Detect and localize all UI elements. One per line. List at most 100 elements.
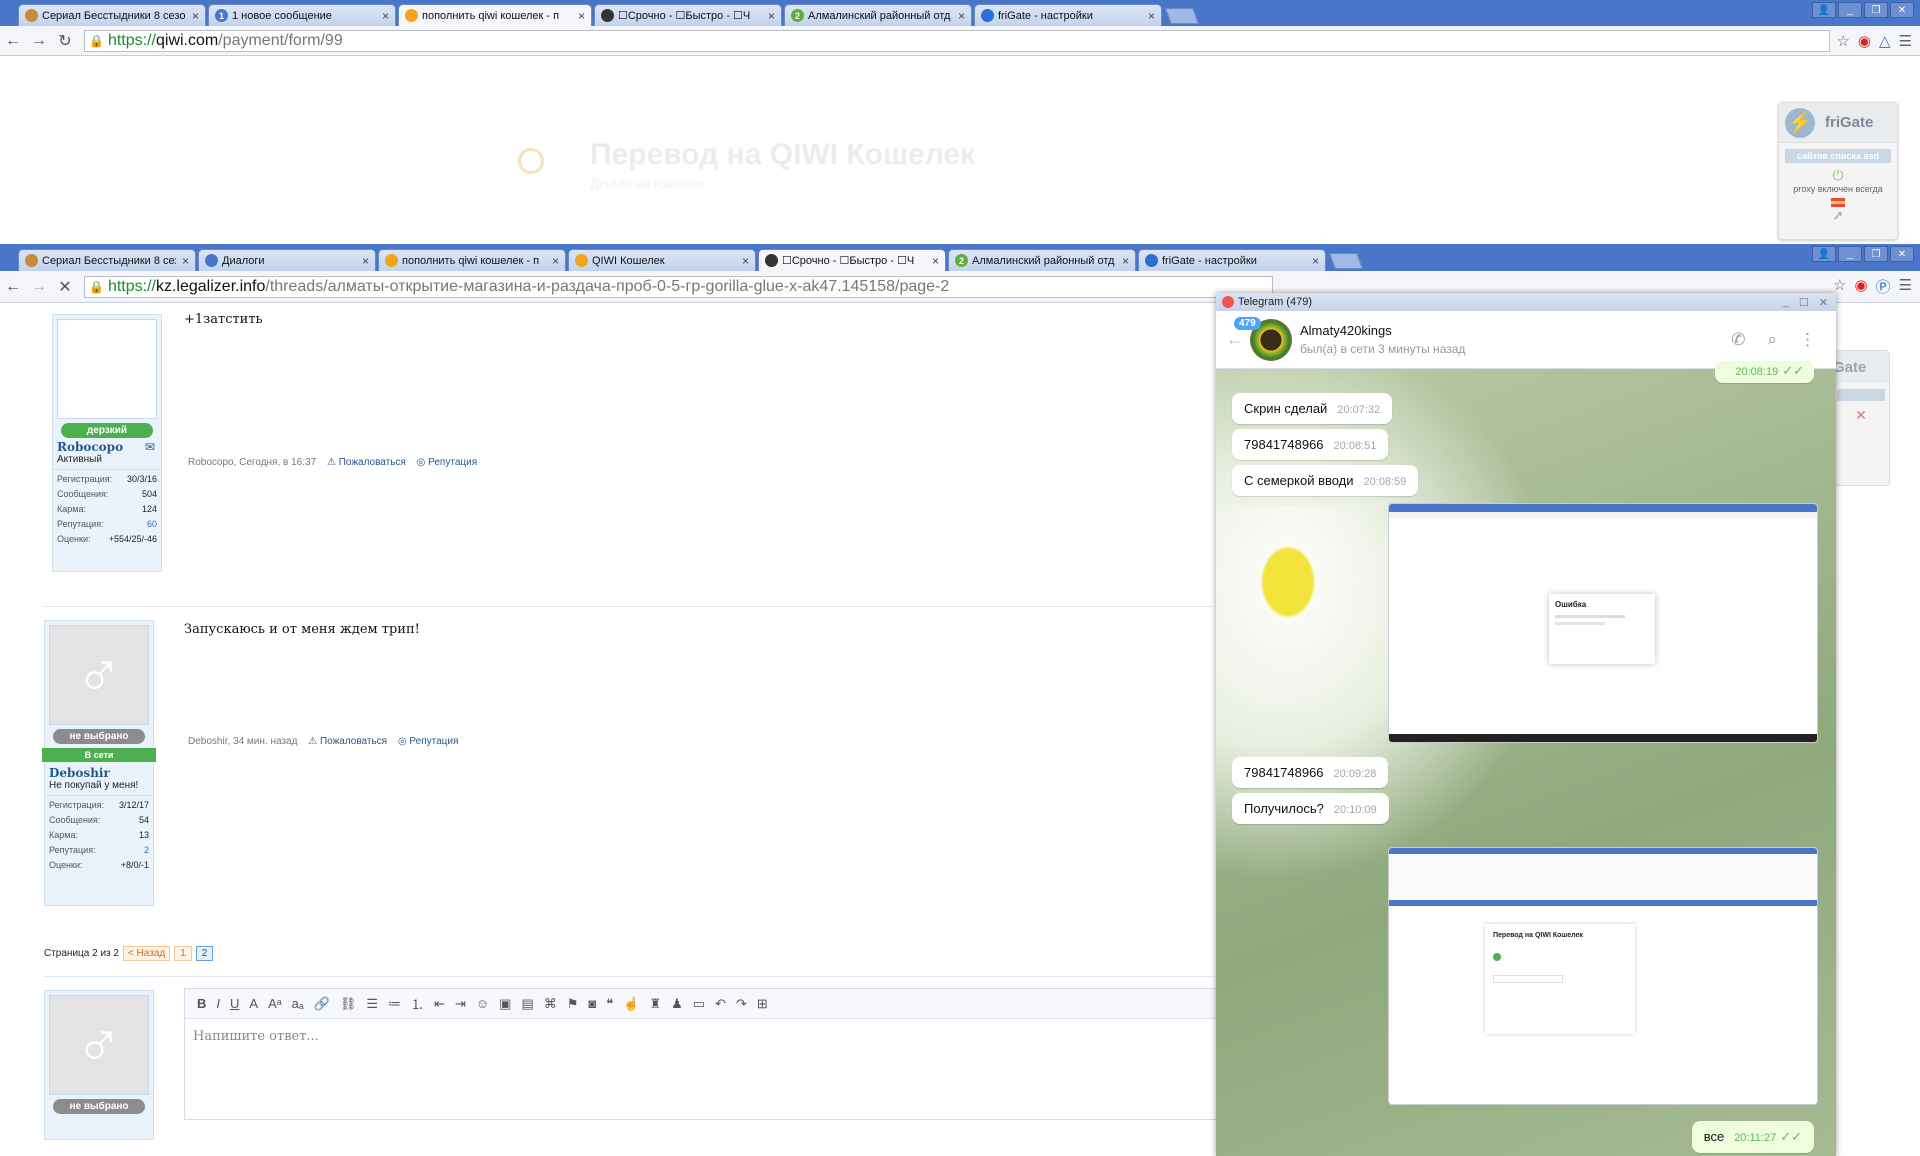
thumb-icon[interactable]: ☝ (623, 996, 639, 1012)
tab-close-icon[interactable]: × (768, 9, 775, 23)
users-icon[interactable]: ♟ (671, 996, 683, 1012)
indent-icon[interactable]: ⇥ (455, 996, 466, 1012)
browser-tab[interactable]: Диалоги × (198, 249, 376, 271)
tab-close-icon[interactable]: × (362, 254, 369, 268)
quote-icon[interactable]: ❝ (606, 996, 613, 1012)
code-icon[interactable]: ⌘ (544, 996, 557, 1012)
user-icon[interactable]: 👤 (1812, 2, 1836, 18)
browser-tab[interactable]: friGate - настройки × (1138, 249, 1326, 271)
browser-tab[interactable]: 2 Алмалинский районный отд × (784, 4, 972, 26)
back-button[interactable]: ← (0, 278, 26, 296)
frigate-extension-icon[interactable]: △ (1879, 32, 1891, 50)
screenshot-image[interactable]: Перевод на QIWI Кошелек (1388, 847, 1818, 1105)
font-color-icon[interactable]: A (249, 996, 258, 1011)
align-icon[interactable]: ☰ (366, 996, 378, 1012)
close-window-button[interactable]: ✕ (1819, 296, 1828, 309)
tab-close-icon[interactable]: × (192, 9, 199, 23)
search-icon[interactable]: ⌕ (1767, 330, 1777, 350)
reload-button[interactable]: ↻ (52, 31, 78, 51)
camera-icon[interactable]: ◙ (588, 996, 596, 1011)
browser-tab[interactable]: 1 1 новое сообщение × (208, 4, 396, 26)
avatar[interactable] (57, 319, 157, 419)
minimize-button[interactable]: _ (1838, 246, 1862, 262)
opera-extension-icon[interactable]: ◉ (1858, 32, 1871, 50)
tab-close-icon[interactable]: × (1312, 254, 1319, 268)
prev-page-button[interactable]: < Назад (122, 946, 171, 961)
maximize-button[interactable]: ☐ (1799, 296, 1809, 309)
screenshot-image[interactable]: Ошибка (1388, 503, 1818, 743)
trophy-icon[interactable]: ♜ (649, 996, 661, 1012)
flag-icon[interactable]: ⚑ (567, 996, 579, 1012)
tab-close-icon[interactable]: × (1148, 9, 1155, 23)
browser-tab[interactable]: пополнить qiwi кошелек - п × (398, 4, 592, 26)
browser-tab[interactable]: QIWI Кошелек × (568, 249, 756, 271)
username[interactable]: Robocopo (53, 440, 127, 454)
close-icon[interactable]: ✕ (1833, 407, 1889, 424)
male-avatar-icon[interactable]: ♂ (49, 625, 149, 725)
menu-icon[interactable]: ☰ (1899, 32, 1912, 50)
tab-close-icon[interactable]: × (578, 9, 585, 23)
unlink-icon[interactable]: ⛓ (340, 996, 357, 1012)
tab-close-icon[interactable]: × (932, 254, 939, 268)
smiley-icon[interactable]: ☺ (476, 996, 489, 1011)
link-icon[interactable]: 🔗 (314, 996, 330, 1012)
browser-tab[interactable]: friGate - настройки × (974, 4, 1162, 26)
report-link[interactable]: ⚠ Пожаловаться (308, 736, 387, 747)
bullet-list-icon[interactable]: ≔ (388, 996, 401, 1012)
italic-icon[interactable]: I (216, 996, 220, 1011)
tab-close-icon[interactable]: × (742, 254, 749, 268)
browser-tab[interactable]: пополнить qiwi кошелек - п × (378, 249, 566, 271)
browser-tab[interactable]: Сериал Бесстыдники 8 сезон × (18, 4, 206, 26)
close-window-button[interactable]: ✕ (1890, 2, 1914, 18)
media-icon[interactable]: ▤ (521, 996, 533, 1012)
user-icon[interactable]: 👤 (1812, 246, 1836, 262)
browser-tab[interactable]: ☐Срочно - ☐Быстро - ☐Ч × (594, 4, 782, 26)
opera-extension-icon[interactable]: ◉ (1854, 276, 1867, 297)
p-extension-icon[interactable]: Ⓟ (1876, 276, 1891, 297)
new-tab-button[interactable] (1329, 253, 1363, 269)
back-arrow-icon[interactable]: ← (1226, 329, 1244, 350)
table-icon[interactable]: ⊞ (757, 996, 768, 1012)
reputation-link[interactable]: ◎ Репутация (417, 457, 477, 468)
tab-close-icon[interactable]: × (1122, 254, 1129, 268)
address-bar[interactable]: 🔒 https://kz.legalizer.info/threads/алма… (84, 275, 1273, 298)
font-size-icon[interactable]: Aᵃ (268, 996, 282, 1011)
username[interactable]: Deboshir (45, 766, 153, 780)
stop-button[interactable]: ✕ (52, 277, 78, 297)
star-icon[interactable]: ☆ (1836, 32, 1849, 50)
power-icon[interactable]: ⏻ (1779, 167, 1897, 184)
restore-button[interactable]: ❐ (1864, 246, 1888, 262)
image-icon[interactable]: ▣ (499, 996, 511, 1012)
arrow-up-icon[interactable]: ➚ (1779, 207, 1897, 224)
tab-close-icon[interactable]: × (958, 9, 965, 23)
redo-icon[interactable]: ↷ (736, 996, 747, 1012)
new-tab-button[interactable] (1165, 8, 1199, 24)
browser-tab[interactable]: 2 Алмалинский районный отд × (948, 249, 1136, 271)
tab-close-icon[interactable]: × (182, 254, 189, 268)
more-icon[interactable]: ⋮ (1799, 330, 1816, 350)
page-2-button[interactable]: 2 (195, 946, 214, 961)
address-bar[interactable]: 🔒 https://qiwi.com/payment/form/99 (84, 29, 1831, 52)
tab-close-icon[interactable]: × (382, 9, 389, 23)
contact-name[interactable]: Almaty420kings (1300, 323, 1465, 338)
reputation-link[interactable]: ◎ Репутация (398, 736, 458, 747)
undo-icon[interactable]: ↶ (715, 996, 726, 1012)
forward-button[interactable]: → (26, 32, 52, 50)
underline-icon[interactable]: U (230, 996, 239, 1011)
phone-icon[interactable]: ✆ (1731, 330, 1745, 350)
mail-icon[interactable]: ✉ (145, 440, 155, 454)
reply-editor[interactable]: B I U A Aᵃ aₐ 🔗 ⛓ ☰ ≔ ⒈ ⇤ ⇥ ☺ ▣ ▤ ⌘ ⚑ ◙ … (184, 988, 1224, 1120)
page-1-button[interactable]: 1 (174, 946, 192, 961)
forward-button[interactable]: → (26, 278, 52, 296)
font-family-icon[interactable]: aₐ (292, 996, 304, 1011)
menu-icon[interactable]: ☰ (1899, 276, 1912, 297)
minimize-button[interactable]: _ (1783, 296, 1789, 309)
tab-close-icon[interactable]: × (552, 254, 559, 268)
back-button[interactable]: ← (0, 32, 26, 50)
close-window-button[interactable]: ✕ (1890, 246, 1914, 262)
browser-tab[interactable]: ☐Срочно - ☐Быстро - ☐Ч × (758, 249, 946, 271)
report-link[interactable]: ⚠ Пожаловаться (327, 457, 406, 468)
restore-button[interactable]: ❐ (1864, 2, 1888, 18)
browser-tab[interactable]: Сериал Бесстыдники 8 сезон × (18, 249, 196, 271)
save-icon[interactable]: ▭ (693, 996, 705, 1012)
